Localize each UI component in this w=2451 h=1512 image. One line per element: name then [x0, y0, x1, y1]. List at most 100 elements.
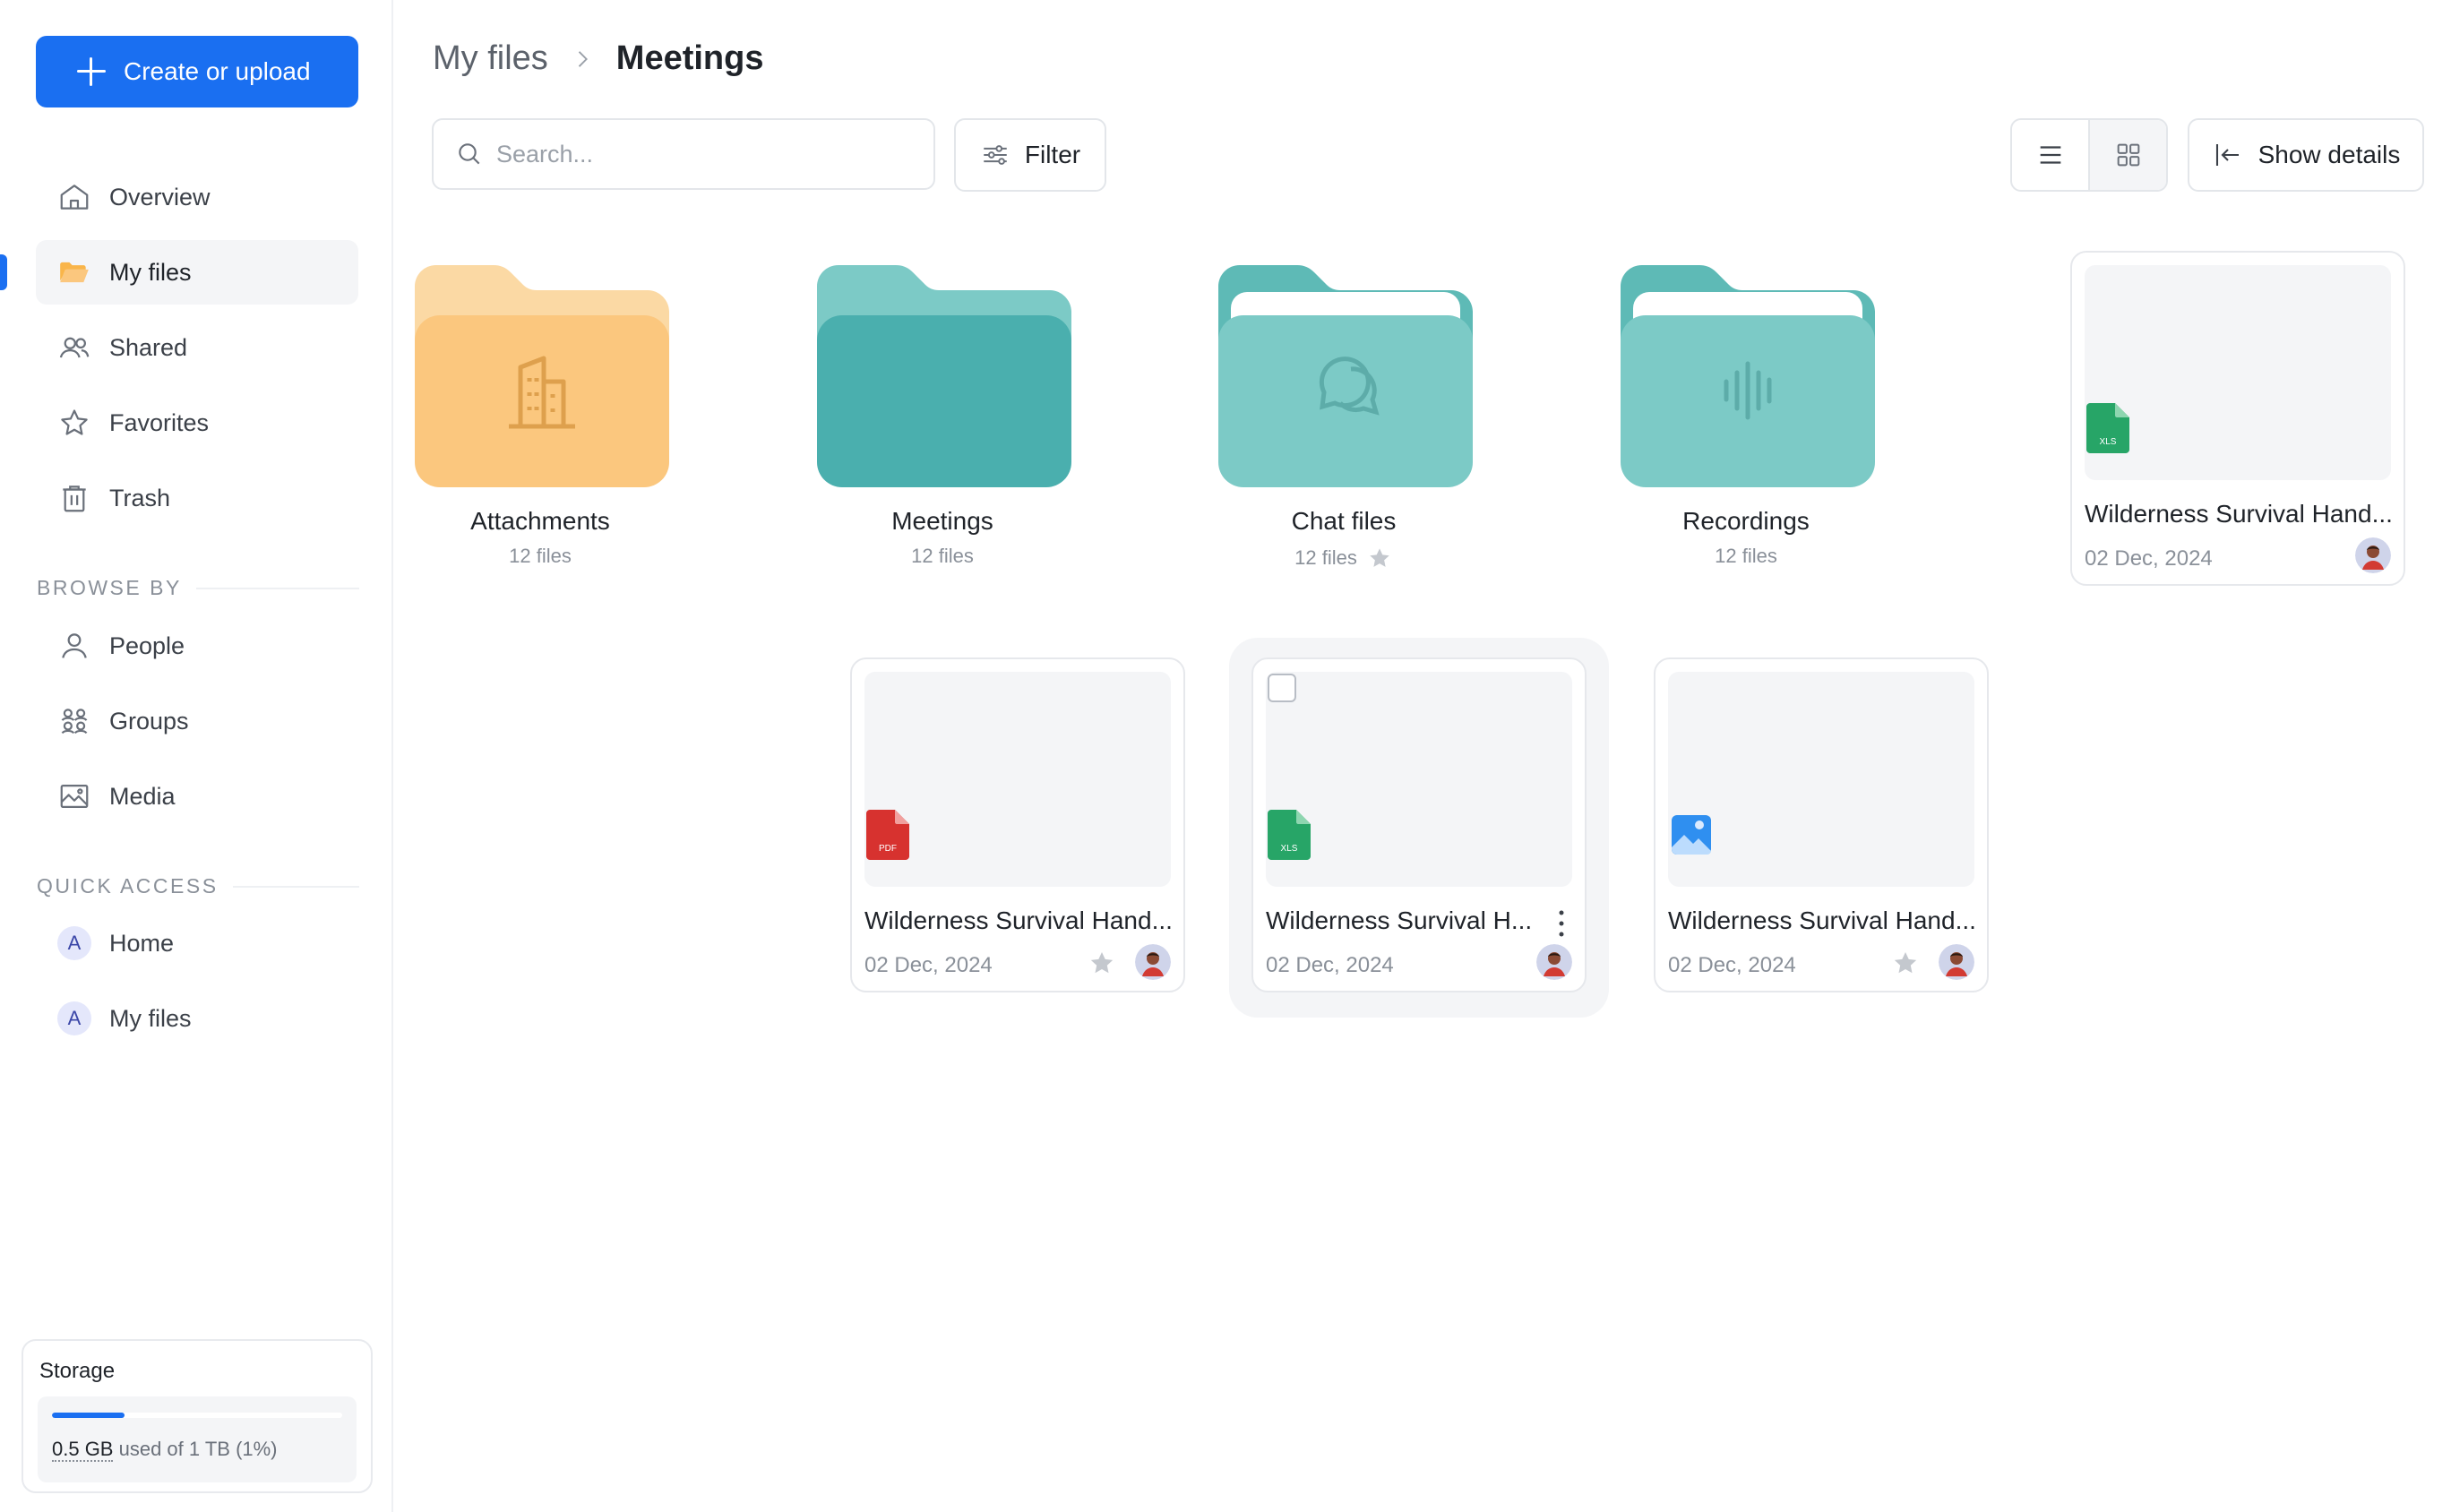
breadcrumb: My files Meetings	[433, 39, 764, 78]
sidebar-item-label: Shared	[109, 333, 188, 361]
sidebar-item-overview[interactable]: Overview	[36, 165, 358, 229]
folder-recordings[interactable]: Recordings 12 files	[1603, 260, 1889, 573]
folder-chat-files[interactable]: Chat files 12 files	[1200, 260, 1487, 573]
active-nav-marker	[0, 254, 7, 290]
storage-usage-text: 0.5 GB used of 1 TB (1%)	[52, 1438, 342, 1462]
quick-access-heading: QUICK ACCESS	[37, 874, 359, 898]
folder-file-count: 12 files	[1715, 545, 1777, 567]
panel-left-arrow-icon	[2215, 144, 2239, 166]
home-icon	[60, 185, 89, 210]
trash-icon	[63, 485, 86, 512]
folder-attachments[interactable]: Attachments 12 files	[397, 260, 684, 573]
quick-access-label: Home	[109, 929, 175, 957]
file-thumbnail	[2085, 265, 2391, 480]
more-options-icon[interactable]	[1556, 908, 1567, 939]
star-icon[interactable]	[1890, 948, 1921, 978]
svg-text:XLS: XLS	[1281, 844, 1298, 854]
owner-avatar	[2355, 537, 2391, 573]
file-thumbnail	[1266, 672, 1572, 887]
breadcrumb-parent[interactable]: My files	[433, 39, 548, 78]
file-card[interactable]: PDF Wilderness Survival Hand... 02 Dec, …	[850, 657, 1185, 992]
folder-icon	[1621, 265, 1875, 487]
grid-view-button[interactable]	[2090, 120, 2166, 190]
folder-icon	[415, 265, 669, 487]
storage-panel: Storage 0.5 GB used of 1 TB (1%)	[22, 1339, 373, 1493]
file-card[interactable]: XLS Wilderness Survival Hand... 02 Dec, …	[2070, 251, 2405, 586]
folder-file-count: 12 files	[1294, 546, 1357, 569]
folder-meta: 12 files	[1200, 545, 1487, 571]
search-icon	[459, 143, 480, 165]
user-icon	[62, 633, 87, 658]
sidebar-item-label: Favorites	[109, 408, 210, 436]
page-title: Meetings	[615, 39, 764, 77]
quick-access-label: QUICK ACCESS	[37, 874, 219, 898]
sidebar-item-favorites[interactable]: Favorites	[36, 391, 358, 455]
image-icon	[60, 785, 89, 808]
sidebar-item-trash[interactable]: Trash	[36, 466, 358, 530]
view-mode-toggle	[2010, 118, 2168, 192]
folder-file-count: 12 files	[911, 545, 974, 567]
owner-avatar	[1939, 944, 1974, 980]
folder-name: Attachments	[470, 507, 610, 535]
show-details-label: Show details	[2258, 141, 2401, 168]
storage-used-value[interactable]: 0.5 GB	[52, 1438, 114, 1462]
file-date: 02 Dec, 2024	[2085, 546, 2213, 571]
svg-text:PDF: PDF	[879, 844, 897, 854]
storage-progress-track	[52, 1413, 342, 1418]
sidebar-item-label: Overview	[109, 183, 211, 210]
svg-text:XLS: XLS	[2100, 437, 2117, 447]
owner-avatar	[1536, 944, 1572, 980]
folder-name: Meetings	[891, 507, 993, 535]
sidebar-item-shared[interactable]: Shared	[36, 315, 358, 380]
sidebar: Create or upload Overview My files Share…	[0, 0, 393, 1512]
xls-file-icon: XLS	[1268, 810, 1311, 860]
file-name: Wilderness Survival Hand...	[864, 906, 1173, 934]
folder-icon	[817, 265, 1071, 487]
sidebar-item-label: Groups	[109, 707, 189, 735]
select-checkbox[interactable]	[1268, 674, 1296, 702]
browse-by-heading: BROWSE BY	[37, 576, 359, 600]
folder-open-icon	[60, 262, 89, 283]
file-date: 02 Dec, 2024	[864, 953, 993, 977]
sidebar-item-label: My files	[109, 258, 192, 286]
divider	[232, 885, 359, 888]
create-or-upload-button[interactable]: Create or upload	[36, 36, 358, 107]
folder-meetings[interactable]: Meetings 12 files	[799, 260, 1086, 573]
workspace-avatar: A	[57, 1001, 91, 1035]
sidebar-item-media[interactable]: Media	[36, 764, 358, 829]
filter-label: Filter	[1024, 141, 1081, 168]
search-box[interactable]	[432, 118, 935, 190]
pdf-file-icon: PDF	[866, 810, 909, 860]
xls-file-icon: XLS	[2086, 403, 2129, 453]
show-details-button[interactable]: Show details	[2188, 118, 2424, 192]
list-view-button[interactable]	[2012, 120, 2090, 190]
star-icon[interactable]	[1366, 545, 1393, 571]
sidebar-item-my-files[interactable]: My files	[36, 240, 358, 305]
quick-access-label: My files	[109, 1004, 192, 1032]
sidebar-item-label: People	[109, 631, 185, 659]
filter-button[interactable]: Filter	[954, 118, 1106, 192]
app-root: Create or upload Overview My files Share…	[0, 0, 2451, 1512]
sidebar-item-groups[interactable]: Groups	[36, 689, 358, 753]
create-or-upload-label: Create or upload	[124, 57, 311, 85]
folder-meta: 12 files	[799, 545, 1086, 568]
file-thumbnail	[1668, 672, 1974, 887]
quick-access-my-files[interactable]: A My files	[36, 986, 358, 1051]
quick-access-home[interactable]: A Home	[36, 911, 358, 975]
users-icon	[59, 337, 90, 358]
storage-usage-rest: used of 1 TB (1%)	[118, 1438, 278, 1460]
storage-title: Storage	[39, 1359, 116, 1383]
sliders-icon	[984, 145, 1007, 165]
file-card[interactable]: Wilderness Survival Hand... 02 Dec, 2024	[1654, 657, 1989, 992]
star-icon[interactable]	[1087, 948, 1117, 978]
chevron-right-icon	[578, 50, 588, 67]
folder-meta: 12 files	[397, 545, 684, 568]
list-icon	[2040, 146, 2060, 164]
image-file-icon	[1672, 815, 1711, 855]
sidebar-item-people[interactable]: People	[36, 614, 358, 678]
file-card-hovered[interactable]: XLS Wilderness Survival H... 02 Dec, 202…	[1251, 657, 1587, 992]
sidebar-item-label: Trash	[109, 484, 171, 511]
folder-meta: 12 files	[1603, 545, 1889, 568]
folder-name: Chat files	[1291, 507, 1397, 535]
search-input[interactable]	[496, 140, 917, 168]
